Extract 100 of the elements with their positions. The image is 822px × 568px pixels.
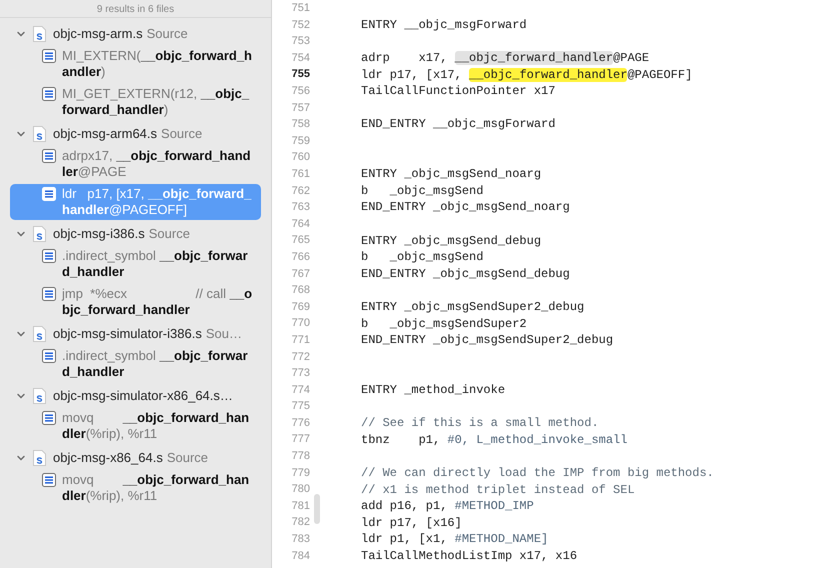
line-number: 765 bbox=[290, 233, 310, 248]
search-result-item[interactable]: movq __objc_forward_handler(%rip), %r11 bbox=[10, 470, 261, 506]
code-line: TailCallFunctionPointer x17 bbox=[361, 83, 556, 100]
result-text: jmp *%ecx // call __objc_forward_handler bbox=[62, 286, 252, 318]
result-text: movq __objc_forward_handler(%rip), %r11 bbox=[62, 410, 250, 442]
code-line: ENTRY __objc_msgForward bbox=[361, 16, 527, 33]
line-number: 763 bbox=[290, 200, 310, 216]
code-line: TailCallMethodListImp x17, x16 bbox=[361, 548, 578, 564]
file-row[interactable]: objc-msg-simulator-i386.s Sou… bbox=[0, 322, 271, 346]
code-line: b _objc_msgSend bbox=[361, 182, 484, 199]
search-result-item[interactable]: MI_GET_EXTERN(r12, __objc_forward_handler) bbox=[10, 84, 261, 120]
line-number: 776 bbox=[290, 416, 310, 431]
chevron-icon[interactable] bbox=[16, 129, 26, 139]
line-number: 772 bbox=[290, 350, 310, 365]
scroll-thumb[interactable] bbox=[314, 494, 320, 524]
search-result-item[interactable]: .indirect_symbol __objc_forward_handler bbox=[10, 346, 261, 382]
result-text: MI_GET_EXTERN(r12, __objc_forward_handler) bbox=[62, 86, 250, 118]
code-line: ldr p1, [x1, #METHOD_NAME] bbox=[361, 531, 548, 548]
code-line: END_ENTRY _objc_msgSend_debug bbox=[361, 266, 570, 282]
line-number: 771 bbox=[290, 332, 310, 348]
source-file-icon bbox=[33, 26, 46, 42]
line-number: 766 bbox=[290, 250, 310, 265]
line-number: 764 bbox=[290, 216, 310, 232]
file-type: Source bbox=[161, 125, 202, 144]
code-line: ldr p17, [x17, __objc_forward_handler@PAGEOFF] bbox=[361, 66, 692, 83]
code-line: // See if this is a small method. bbox=[361, 415, 599, 432]
code-line: END_ENTRY __objc_msgForward bbox=[361, 116, 556, 132]
line-number: 754 bbox=[290, 50, 310, 66]
chevron-icon[interactable] bbox=[16, 229, 26, 239]
result-text: movq __objc_forward_handler(%rip), %r11 bbox=[62, 472, 250, 504]
result-text: adrpx17, __objc_forward_handler@PAGE bbox=[62, 148, 252, 180]
search-result-item[interactable]: .indirect_symbol __objc_forward_handler bbox=[10, 246, 261, 282]
code-line: END_ENTRY _objc_msgSend_noarg bbox=[361, 199, 570, 216]
line-number: 778 bbox=[290, 449, 310, 464]
file-row[interactable]: objc-msg-x86_64.s Source bbox=[0, 446, 271, 470]
text-lines-icon bbox=[42, 87, 56, 101]
line-number: 768 bbox=[290, 283, 310, 298]
code-line: b _objc_msgSend bbox=[361, 249, 484, 266]
result-text: MI_EXTERN(__objc_forward_handler) bbox=[62, 48, 252, 80]
line-number: 762 bbox=[290, 184, 310, 199]
line-number: 751 bbox=[290, 1, 310, 16]
file-name: objc-msg-simulator-x86_64.s… bbox=[53, 387, 233, 406]
line-number: 770 bbox=[290, 316, 310, 332]
source-file-icon bbox=[33, 226, 46, 242]
search-result-item[interactable]: adrpx17, __objc_forward_handler@PAGE bbox=[10, 146, 261, 182]
result-text: .indirect_symbol __objc_forward_handler bbox=[62, 248, 249, 280]
file-name: objc-msg-simulator-i386.s bbox=[53, 325, 202, 344]
line-number: 775 bbox=[290, 399, 310, 414]
file-row[interactable]: objc-msg-i386.s Source bbox=[0, 222, 271, 246]
code-line: b _objc_msgSendSuper2 bbox=[361, 316, 527, 332]
line-number: 752 bbox=[290, 18, 310, 33]
code-line: adrp x17, __objc_forward_handler@PAGE bbox=[361, 50, 650, 66]
file-name: objc-msg-arm.s bbox=[53, 25, 143, 44]
source-file-icon bbox=[33, 326, 46, 342]
chevron-icon[interactable] bbox=[16, 453, 26, 463]
search-result-item[interactable]: jmp *%ecx // call __objc_forward_handler bbox=[10, 284, 261, 320]
chevron-icon[interactable] bbox=[16, 329, 26, 339]
file-type: Source bbox=[148, 225, 190, 244]
chevron-icon[interactable] bbox=[16, 391, 26, 401]
file-type: Source bbox=[166, 449, 208, 468]
results-summary: 9 results in 6 files bbox=[96, 4, 174, 16]
line-number: 784 bbox=[290, 548, 310, 564]
line-number: 756 bbox=[290, 84, 310, 100]
line-number: 755 bbox=[290, 67, 310, 82]
line-number: 769 bbox=[290, 300, 310, 315]
source-file-icon bbox=[33, 388, 46, 404]
code-line: ENTRY _objc_msgSendSuper2_debug bbox=[361, 298, 584, 315]
file-row[interactable]: objc-msg-arm64.s Source bbox=[0, 122, 271, 146]
line-number: 757 bbox=[290, 100, 310, 116]
file-name: objc-msg-arm64.s bbox=[53, 125, 158, 144]
search-result-item[interactable]: MI_EXTERN(__objc_forward_handler) bbox=[10, 46, 261, 82]
line-number: 779 bbox=[290, 466, 310, 481]
chevron-icon[interactable] bbox=[16, 29, 26, 39]
line-number: 760 bbox=[290, 150, 310, 166]
text-lines-icon bbox=[42, 411, 56, 425]
file-name: objc-msg-x86_64.s bbox=[53, 449, 163, 468]
source-file-icon bbox=[33, 450, 46, 466]
line-number: 777 bbox=[290, 432, 310, 448]
text-lines-icon bbox=[42, 149, 56, 163]
line-number: 780 bbox=[290, 482, 310, 498]
code-line: tbnz p1, #0, L_method_invoke_small bbox=[361, 432, 628, 448]
file-row[interactable]: objc-msg-arm.s Source bbox=[0, 22, 271, 46]
line-number: 774 bbox=[290, 382, 310, 398]
search-result-item[interactable]: movq __objc_forward_handler(%rip), %r11 bbox=[10, 408, 261, 444]
line-number: 759 bbox=[290, 134, 310, 149]
line-number: 758 bbox=[290, 117, 310, 132]
code-line: ENTRY _objc_msgSend_debug bbox=[361, 232, 542, 249]
file-row[interactable]: objc-msg-simulator-x86_64.s… bbox=[0, 384, 271, 408]
code-line: ldr p17, [x16] bbox=[361, 514, 462, 531]
code-line: END_ENTRY _objc_msgSendSuper2_debug bbox=[361, 332, 614, 348]
line-number: 773 bbox=[290, 366, 310, 382]
text-lines-icon bbox=[42, 473, 56, 487]
result-text: .indirect_symbol __objc_forward_handler bbox=[62, 348, 249, 380]
text-lines-icon bbox=[42, 287, 56, 301]
file-name: objc-msg-i386.s bbox=[53, 225, 145, 244]
source-file-icon bbox=[33, 126, 46, 142]
line-number: 783 bbox=[290, 532, 310, 548]
line-number: 781 bbox=[290, 498, 310, 514]
line-number: 761 bbox=[290, 166, 310, 182]
line-number: 782 bbox=[290, 515, 310, 530]
